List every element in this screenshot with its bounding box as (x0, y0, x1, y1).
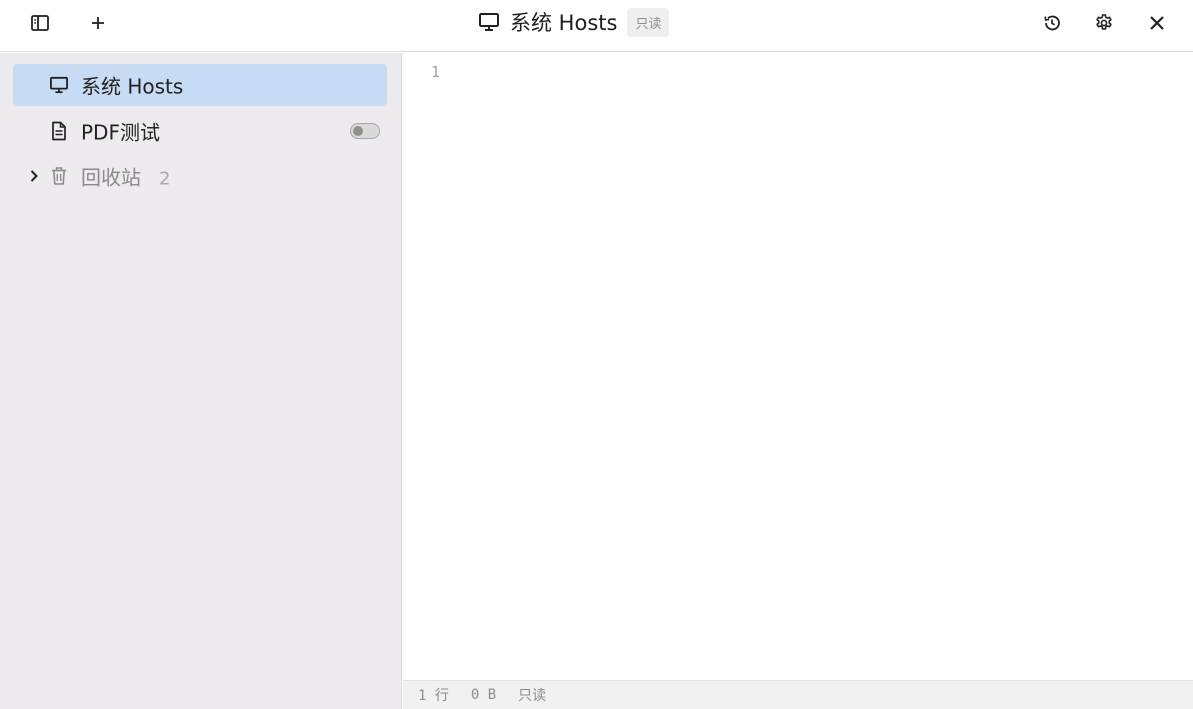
settings-button[interactable] (1086, 8, 1122, 38)
line-count: 1 行 (418, 688, 449, 704)
close-button[interactable] (1139, 8, 1175, 38)
sidebar: 系统 Hosts PDF测试 回收站 2 (0, 53, 402, 709)
monitor-icon (479, 13, 499, 31)
sidebar-item-label: 回收站 2 (81, 162, 170, 191)
sidebar-item-label: PDF测试 (81, 120, 160, 145)
status-bar: 1 行 0 B 只读 (403, 680, 1193, 709)
sidebar-layout-icon (31, 15, 49, 31)
mode-indicator: 只读 (518, 688, 547, 704)
sidebar-item-label: 系统 Hosts (81, 74, 184, 99)
gear-icon (1096, 14, 1112, 30)
sidebar-item-pdf-test[interactable]: PDF测试 (13, 110, 387, 152)
top-bar: 系统 Hosts 只读 (0, 0, 1193, 52)
trash-label: 回收站 (81, 165, 141, 190)
plus-icon (92, 17, 104, 29)
enable-toggle[interactable] (350, 123, 380, 139)
trash-icon (49, 166, 69, 186)
trash-count: 2 (159, 168, 171, 190)
readonly-badge: 只读 (627, 7, 670, 37)
monitor-icon (49, 75, 69, 95)
sidebar-item-system-hosts[interactable]: 系统 Hosts (13, 64, 387, 106)
file-size: 0 B (470, 687, 497, 703)
history-button[interactable] (1034, 8, 1070, 38)
chevron-right-icon[interactable] (27, 169, 41, 183)
add-button[interactable] (80, 8, 116, 38)
line-number: 1 (431, 63, 441, 81)
page-title: 系统 Hosts (510, 11, 618, 35)
hosts-editor[interactable]: 1 (403, 53, 1193, 680)
sidebar-item-trash[interactable]: 回收站 2 (13, 155, 387, 197)
window-title: 系统 Hosts 只读 (478, 0, 670, 44)
toggle-knob (353, 126, 363, 136)
toggle-sidebar-button[interactable] (22, 8, 58, 38)
close-icon (1150, 16, 1164, 30)
history-icon (1044, 15, 1060, 31)
document-icon (49, 121, 69, 141)
